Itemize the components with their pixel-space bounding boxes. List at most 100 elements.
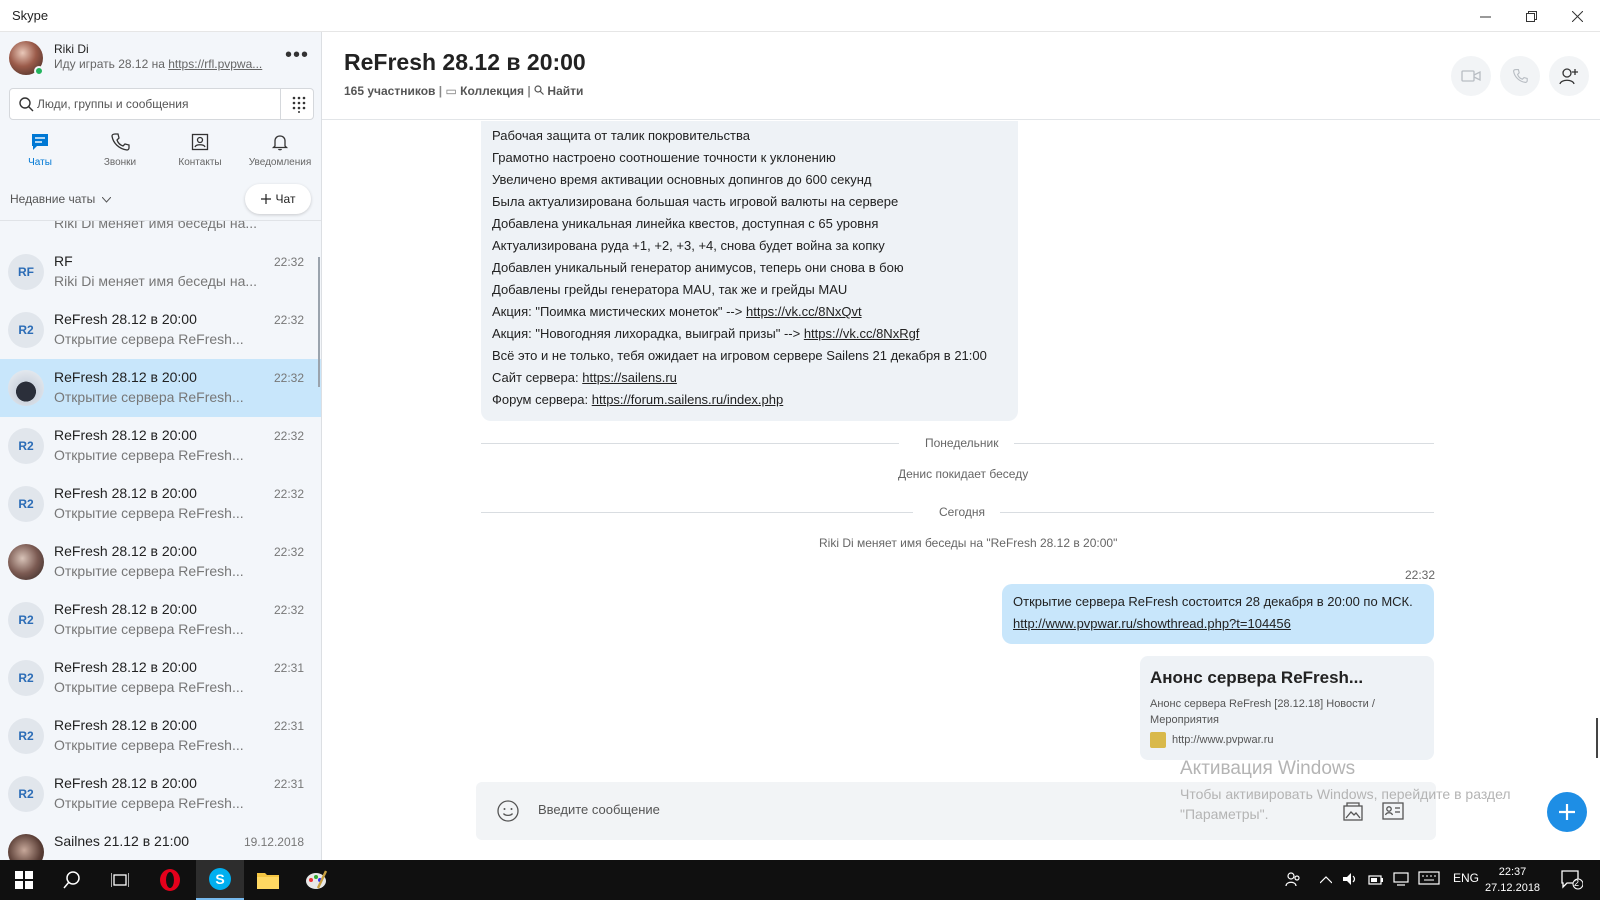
message-line: Увеличено время активации основных допин… bbox=[492, 172, 872, 187]
new-chat-button[interactable]: Чат bbox=[245, 184, 311, 214]
chat-avatar: R2 bbox=[8, 776, 44, 812]
chat-item[interactable]: Sailnes 21.12 в 21:00 19.12.2018 bbox=[0, 823, 321, 860]
people-icon[interactable] bbox=[1285, 871, 1301, 890]
date-divider-today: Сегодня bbox=[939, 505, 985, 519]
video-icon bbox=[1461, 70, 1481, 82]
chat-preview: Открытие сервера ReFresh... bbox=[54, 621, 244, 637]
message-text: Акция: "Поимка мистических монеток" --> bbox=[492, 304, 746, 319]
system-clock[interactable]: 22:37 27.12.2018 bbox=[1485, 864, 1540, 896]
chat-item[interactable]: R2 ReFresh 28.12 в 20:00 Открытие сервер… bbox=[0, 417, 321, 475]
taskbar: S ENG 22:37 27.12.2018 2 bbox=[0, 860, 1600, 900]
chat-item[interactable]: R2 ReFresh 28.12 в 20:00 Открытие сервер… bbox=[0, 301, 321, 359]
start-button[interactable] bbox=[0, 860, 48, 900]
chat-item[interactable]: R2 ReFresh 28.12 в 20:00 Открытие сервер… bbox=[0, 649, 321, 707]
keyboard-icon[interactable] bbox=[1418, 871, 1440, 888]
tab-notifications[interactable]: Уведомления bbox=[240, 128, 320, 180]
find-link[interactable]: Найти bbox=[534, 84, 583, 98]
phone-icon bbox=[1513, 69, 1528, 83]
chat-item[interactable]: RF RF Riki Di меняет имя беседы на... 22… bbox=[0, 243, 321, 301]
chat-time: 22:32 bbox=[273, 545, 304, 559]
date-divider-line bbox=[481, 443, 899, 444]
tray-overflow-button[interactable] bbox=[1319, 873, 1333, 887]
chat-item[interactable]: R2 ReFresh 28.12 в 20:00 Открытие сервер… bbox=[0, 591, 321, 649]
add-participant-button[interactable] bbox=[1549, 56, 1589, 96]
media-gallery-icon[interactable] bbox=[1341, 799, 1365, 823]
chat-item-selected[interactable]: ReFresh 28.12 в 20:00 Открытие сервера R… bbox=[0, 359, 321, 417]
tab-chats[interactable]: Чаты bbox=[0, 128, 80, 180]
chat-avatar bbox=[8, 370, 44, 406]
search-taskbar-button[interactable] bbox=[48, 860, 96, 900]
add-person-icon bbox=[1559, 68, 1578, 85]
profile-mood: Иду играть 28.12 на https://rfl.pvpwa... bbox=[54, 57, 262, 71]
date-divider-monday: Понедельник bbox=[925, 436, 999, 450]
incoming-message[interactable]: Рабочая защита от талик покровительства … bbox=[481, 121, 1018, 421]
tab-contacts[interactable]: Контакты bbox=[160, 128, 240, 180]
chat-item[interactable]: R2 ReFresh 28.12 в 20:00 Открытие сервер… bbox=[0, 475, 321, 533]
tab-notifications-label: Уведомления bbox=[248, 157, 312, 168]
volume-icon[interactable] bbox=[1342, 871, 1358, 890]
chat-item[interactable]: R2 ReFresh 28.12 в 20:00 Открытие сервер… bbox=[0, 707, 321, 765]
audio-call-button[interactable] bbox=[1500, 56, 1540, 96]
power-icon[interactable] bbox=[1368, 871, 1384, 890]
collection-link[interactable]: ▭ Коллекция bbox=[445, 84, 524, 98]
tab-chats-label: Чаты bbox=[28, 157, 52, 168]
message-link[interactable]: https://sailens.ru bbox=[582, 370, 677, 385]
message-input[interactable]: Введите сообщение bbox=[538, 802, 660, 817]
taskbar-explorer[interactable] bbox=[244, 860, 292, 900]
tab-calls[interactable]: Звонки bbox=[80, 128, 160, 180]
conversation-title[interactable]: ReFresh 28.12 в 20:00 bbox=[344, 49, 586, 76]
chat-preview: Открытие сервера ReFresh... bbox=[54, 563, 244, 579]
chat-time: 22:32 bbox=[273, 429, 304, 443]
message-line: Форум сервера: https://forum.sailens.ru/… bbox=[492, 392, 783, 407]
chevron-up-icon bbox=[1319, 876, 1333, 884]
conversation-meta: 165 участников | ▭ Коллекция | Найти bbox=[344, 84, 584, 98]
action-center-button[interactable]: 2 bbox=[1561, 870, 1584, 893]
chat-preview: Riki Di меняет имя беседы на... bbox=[54, 221, 258, 231]
recent-chats-dropdown[interactable]: Недавние чаты bbox=[10, 192, 111, 206]
add-content-button[interactable] bbox=[1547, 792, 1587, 832]
taskbar-opera[interactable] bbox=[146, 860, 194, 900]
language-indicator[interactable]: ENG bbox=[1453, 871, 1479, 885]
outgoing-message[interactable]: Открытие сервера ReFresh состоится 28 де… bbox=[1002, 584, 1434, 644]
dialpad-icon[interactable] bbox=[290, 95, 308, 113]
emoji-icon[interactable] bbox=[496, 799, 520, 823]
message-link[interactable]: https://vk.cc/8NxRgf bbox=[804, 326, 920, 341]
messages-scrollbar[interactable] bbox=[1596, 718, 1598, 758]
contact-card-icon[interactable] bbox=[1381, 799, 1405, 823]
restore-button[interactable] bbox=[1508, 0, 1554, 32]
message-link[interactable]: https://vk.cc/8NxQvt bbox=[746, 304, 862, 319]
link-preview-card[interactable]: Анонс сервера ReFresh... Анонс сервера R… bbox=[1140, 656, 1434, 760]
more-options-icon[interactable]: ••• bbox=[285, 44, 309, 67]
task-view-button[interactable] bbox=[96, 860, 144, 900]
minimize-icon bbox=[1479, 16, 1491, 17]
chat-avatar: R2 bbox=[8, 660, 44, 696]
chat-icon bbox=[32, 134, 48, 150]
close-button[interactable] bbox=[1554, 0, 1600, 32]
minimize-button[interactable] bbox=[1462, 0, 1508, 32]
chat-item[interactable]: R2 ReFresh 28.12 в 20:00 Открытие сервер… bbox=[0, 765, 321, 823]
message-text: Форум сервера: bbox=[492, 392, 592, 407]
profile-card[interactable]: Riki Di Иду играть 28.12 на https://rfl.… bbox=[0, 32, 321, 88]
find-label: Найти bbox=[547, 84, 584, 98]
chat-preview: Открытие сервера ReFresh... bbox=[54, 505, 244, 521]
profile-mood-link[interactable]: https://rfl.pvpwa... bbox=[168, 57, 262, 71]
search-input[interactable]: Люди, группы и сообщения bbox=[37, 97, 189, 111]
message-line: Сайт сервера: https://sailens.ru bbox=[492, 370, 677, 385]
message-line: Акция: "Новогодняя лихорадка, выиграй пр… bbox=[492, 326, 919, 341]
chat-item[interactable]: ReFresh 28.12 в 20:00 Открытие сервера R… bbox=[0, 533, 321, 591]
message-link[interactable]: http://www.pvpwar.ru/showthread.php?t=10… bbox=[1013, 616, 1291, 631]
message-line: Добавлены грейды генератора MAU, так же … bbox=[492, 282, 848, 297]
video-call-button[interactable] bbox=[1451, 56, 1491, 96]
date-divider-line bbox=[1000, 512, 1434, 513]
participants-count[interactable]: 165 участников bbox=[344, 84, 435, 98]
chat-item[interactable]: Riki Di меняет имя беседы на... bbox=[0, 221, 321, 243]
network-icon[interactable] bbox=[1392, 871, 1410, 890]
taskbar-skype[interactable]: S bbox=[196, 860, 244, 900]
taskbar-paint[interactable] bbox=[292, 860, 340, 900]
search-box[interactable]: Люди, группы и сообщения bbox=[9, 88, 314, 120]
chat-avatar bbox=[8, 834, 44, 860]
chat-title: ReFresh 28.12 в 20:00 bbox=[54, 427, 197, 443]
message-link[interactable]: https://forum.sailens.ru/index.php bbox=[592, 392, 784, 407]
sidebar-scrollbar[interactable] bbox=[318, 257, 320, 387]
chat-avatar: R2 bbox=[8, 602, 44, 638]
